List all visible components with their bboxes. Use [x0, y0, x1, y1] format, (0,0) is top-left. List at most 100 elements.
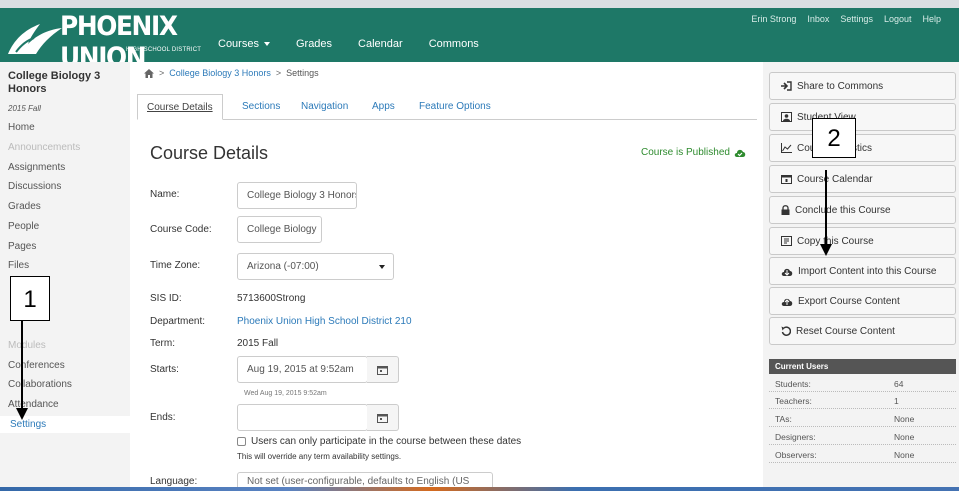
sidebar-item-people[interactable]: People: [8, 221, 39, 232]
breadcrumb-course-link[interactable]: College Biology 3 Honors: [169, 68, 271, 78]
users-row-label: Observers:: [775, 450, 817, 460]
sidebar-item-assignments[interactable]: Assignments: [8, 162, 65, 173]
logout-link[interactable]: Logout: [884, 14, 912, 24]
inbox-link[interactable]: Inbox: [807, 14, 829, 24]
end-date-picker-button[interactable]: [367, 404, 399, 431]
phoenix-bird-icon: [8, 24, 62, 54]
import-content-button[interactable]: Import Content into this Course: [769, 257, 956, 285]
department-label: Department:: [150, 316, 206, 327]
name-label: Name:: [150, 189, 180, 200]
course-calendar-label: Course Calendar: [797, 173, 873, 185]
chevron-down-icon: [379, 265, 385, 269]
users-row: Designers: None: [769, 429, 956, 445]
export-cloud-icon: [781, 298, 793, 306]
term-value: 2015 Fall: [237, 338, 279, 349]
calendar-icon: [377, 366, 388, 375]
home-icon[interactable]: [144, 68, 154, 78]
settings-link[interactable]: Settings: [840, 14, 873, 24]
users-row: TAs: None: [769, 411, 956, 427]
conclude-course-button[interactable]: Conclude this Course: [769, 196, 956, 224]
users-row-value: 64: [894, 379, 904, 389]
users-row-value: None: [894, 450, 915, 460]
users-row: Teachers: 1: [769, 393, 956, 409]
users-row: Students: 64: [769, 376, 956, 392]
course-code-input[interactable]: College Biology: [237, 216, 322, 243]
time-zone-label: Time Zone:: [150, 260, 201, 271]
current-users-title: Current Users: [769, 359, 956, 374]
browser-strip: [0, 0, 959, 8]
share-icon: [781, 81, 792, 91]
help-link[interactable]: Help: [922, 14, 941, 24]
course-name-input[interactable]: College Biology 3 Honors: [237, 182, 357, 209]
sidebar-item-collaborations[interactable]: Collaborations: [8, 379, 72, 390]
global-header: PHOENIX UNION HIGH SCHOOL DISTRICT Cours…: [0, 8, 959, 73]
tab-feature-options[interactable]: Feature Options: [419, 94, 491, 120]
import-content-label: Import Content into this Course: [798, 265, 937, 277]
tab-course-details[interactable]: Course Details: [137, 94, 223, 120]
settings-tabs: Course Details Sections Navigation Apps …: [137, 94, 757, 120]
page-title: Course Details: [150, 143, 269, 163]
user-name-link[interactable]: Erin Strong: [751, 14, 796, 24]
department-link[interactable]: Phoenix Union High School District 210: [237, 316, 412, 327]
users-row-label: Students:: [775, 379, 811, 389]
breadcrumb-separator: >: [275, 68, 282, 78]
date-restriction-option: Users can only participate in the course…: [237, 436, 521, 447]
sidebar-item-pages[interactable]: Pages: [8, 241, 36, 252]
date-restriction-checkbox[interactable]: [237, 437, 246, 446]
annotation-marker-1: 1: [10, 276, 50, 321]
phoenix-union-logo[interactable]: PHOENIX UNION HIGH SCHOOL DISTRICT: [2, 8, 234, 73]
sidebar-item-announcements[interactable]: Announcements: [8, 142, 80, 153]
export-content-button[interactable]: Export Course Content: [769, 287, 956, 315]
tab-apps[interactable]: Apps: [372, 94, 395, 120]
sidebar-item-grades[interactable]: Grades: [8, 201, 41, 212]
export-content-label: Export Course Content: [798, 295, 900, 307]
annotation-arrowhead-2: [820, 244, 832, 256]
start-date-input[interactable]: Aug 19, 2015 at 9:52am: [237, 356, 368, 383]
copy-icon: [781, 236, 792, 246]
sidebar-item-files[interactable]: Files: [8, 260, 29, 271]
published-status: Course is Published: [641, 147, 746, 158]
course-term: 2015 Fall: [8, 104, 41, 113]
users-row: Observers: None: [769, 447, 956, 463]
users-row-value: 1: [894, 396, 899, 406]
calendar-icon: [377, 414, 388, 423]
date-restriction-label: Users can only participate in the course…: [251, 436, 522, 447]
breadcrumb-current: Settings: [286, 68, 319, 78]
tab-navigation[interactable]: Navigation: [301, 94, 348, 120]
end-date-input[interactable]: [237, 404, 368, 431]
reset-content-label: Reset Course Content: [796, 325, 895, 337]
sis-id-label: SIS ID:: [150, 293, 182, 304]
start-date-hint: Wed Aug 19, 2015 9:52am: [244, 390, 327, 397]
chevron-down-icon: [263, 42, 270, 46]
tab-sections[interactable]: Sections: [242, 94, 280, 120]
course-calendar-button[interactable]: Course Calendar: [769, 165, 956, 193]
nav-grades[interactable]: Grades: [296, 38, 332, 50]
users-row-label: TAs:: [775, 414, 792, 424]
users-row-value: None: [894, 414, 915, 424]
users-row-label: Designers:: [775, 432, 816, 442]
sidebar-item-conferences[interactable]: Conferences: [8, 360, 65, 371]
os-taskbar: [0, 487, 959, 491]
nav-courses-label: Courses: [218, 38, 259, 50]
time-zone-select[interactable]: Arizona (-07:00): [237, 253, 394, 280]
nav-courses[interactable]: Courses: [218, 38, 270, 50]
sidebar-item-home[interactable]: Home: [8, 122, 35, 133]
sis-id-value: 5713600Strong: [237, 293, 306, 304]
start-date-picker-button[interactable]: [367, 356, 399, 383]
copy-course-label: Copy this Course: [797, 235, 874, 247]
users-row-value: None: [894, 432, 915, 442]
logo-subtext: HIGH SCHOOL DISTRICT: [126, 47, 202, 53]
nav-commons[interactable]: Commons: [429, 38, 479, 50]
override-note: This will override any term availability…: [237, 452, 402, 461]
copy-course-button[interactable]: Copy this Course: [769, 227, 956, 255]
share-to-commons-button[interactable]: Share to Commons: [769, 72, 956, 100]
nav-calendar[interactable]: Calendar: [358, 38, 403, 50]
conclude-course-label: Conclude this Course: [795, 204, 891, 216]
course-statistics-button[interactable]: Course Statistics: [769, 134, 956, 162]
sidebar-item-discussions[interactable]: Discussions: [8, 181, 61, 192]
published-label: Course is Published: [641, 147, 730, 158]
reset-content-button[interactable]: Reset Course Content: [769, 317, 956, 345]
student-view-button[interactable]: Student View: [769, 103, 956, 131]
sidebar-item-modules[interactable]: Modules: [8, 340, 46, 351]
calendar-icon: [781, 175, 792, 184]
